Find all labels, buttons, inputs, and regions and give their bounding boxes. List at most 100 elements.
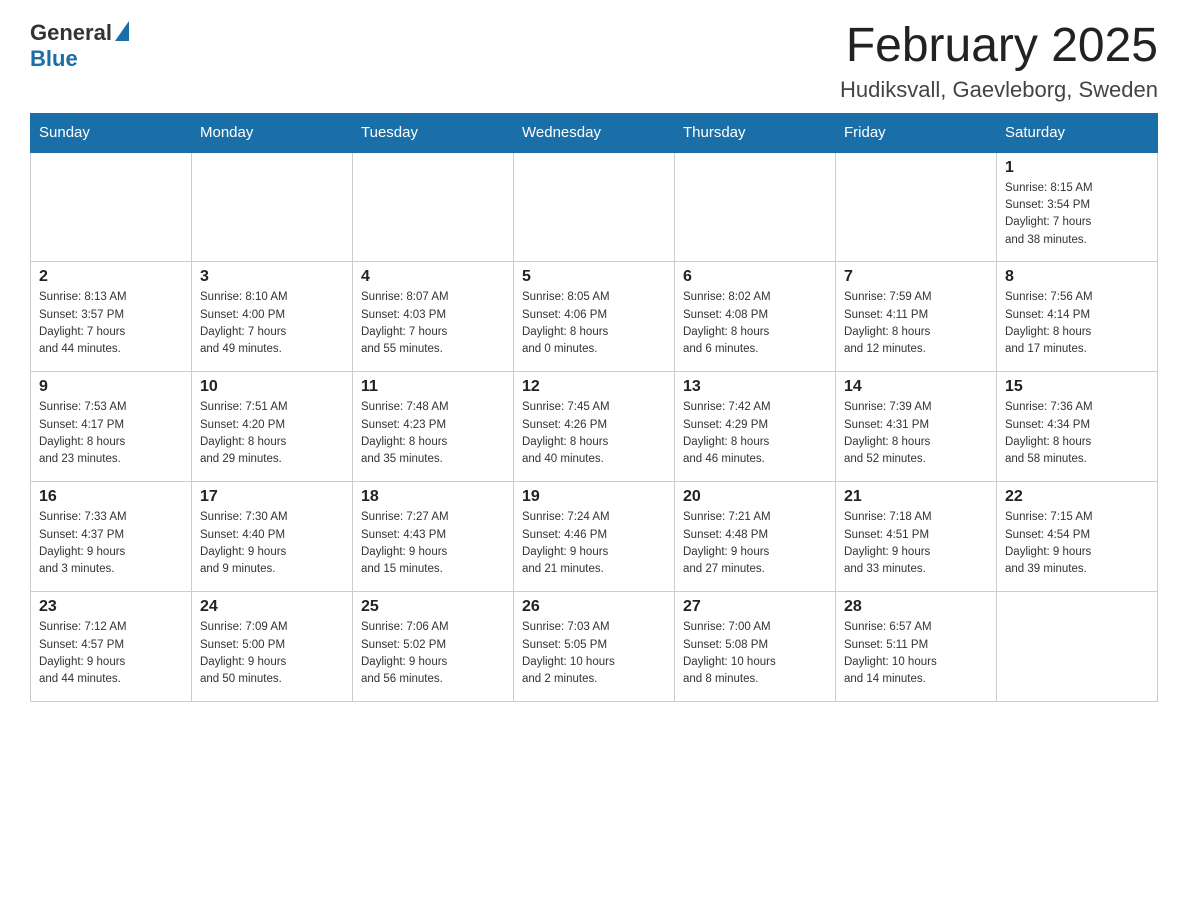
day-info: Sunrise: 7:21 AM Sunset: 4:48 PM Dayligh… xyxy=(683,509,827,578)
day-number: 28 xyxy=(844,598,988,616)
day-number: 12 xyxy=(522,378,666,396)
day-number: 1 xyxy=(1005,159,1149,177)
day-number: 18 xyxy=(361,488,505,506)
calendar-week-row: 2 Sunrise: 8:13 AM Sunset: 3:57 PM Daylig… xyxy=(31,262,1158,372)
calendar-cell xyxy=(836,152,997,262)
day-info: Sunrise: 7:06 AM Sunset: 5:02 PM Dayligh… xyxy=(361,619,505,688)
day-number: 11 xyxy=(361,378,505,396)
calendar-header-row: SundayMondayTuesdayWednesdayThursdayFrid… xyxy=(31,113,1158,152)
day-number: 8 xyxy=(1005,268,1149,286)
day-number: 17 xyxy=(200,488,344,506)
day-header-monday: Monday xyxy=(192,113,353,152)
calendar-week-row: 23 Sunrise: 7:12 AM Sunset: 4:57 PM Dayli… xyxy=(31,592,1158,702)
day-info: Sunrise: 7:39 AM Sunset: 4:31 PM Dayligh… xyxy=(844,399,988,468)
logo: General Blue xyxy=(30,20,129,72)
calendar-cell xyxy=(31,152,192,262)
day-number: 23 xyxy=(39,598,183,616)
calendar-cell: 24 Sunrise: 7:09 AM Sunset: 5:00 PM Dayli… xyxy=(192,592,353,702)
calendar-cell: 4Sunrise: 8:07 AM Sunset: 4:03 PM Daylig… xyxy=(353,262,514,372)
day-number: 15 xyxy=(1005,378,1149,396)
day-header-thursday: Thursday xyxy=(675,113,836,152)
day-number: 3 xyxy=(200,268,344,286)
day-number: 9 xyxy=(39,378,183,396)
day-info: Sunrise: 8:02 AM Sunset: 4:08 PM Dayligh… xyxy=(683,289,827,358)
calendar-cell: 5 Sunrise: 8:05 AM Sunset: 4:06 PM Daylig… xyxy=(514,262,675,372)
calendar-week-row: 1 Sunrise: 8:15 AM Sunset: 3:54 PM Daylig… xyxy=(31,152,1158,262)
logo-triangle-icon xyxy=(115,21,129,41)
day-header-saturday: Saturday xyxy=(997,113,1158,152)
calendar-cell xyxy=(514,152,675,262)
calendar-cell: 11 Sunrise: 7:48 AM Sunset: 4:23 PM Dayli… xyxy=(353,372,514,482)
calendar-cell: 12 Sunrise: 7:45 AM Sunset: 4:26 PM Dayli… xyxy=(514,372,675,482)
calendar-cell: 18 Sunrise: 7:27 AM Sunset: 4:43 PM Dayli… xyxy=(353,482,514,592)
calendar-cell xyxy=(675,152,836,262)
day-number: 22 xyxy=(1005,488,1149,506)
calendar-cell: 17 Sunrise: 7:30 AM Sunset: 4:40 PM Dayli… xyxy=(192,482,353,592)
day-info: Sunrise: 7:30 AM Sunset: 4:40 PM Dayligh… xyxy=(200,509,344,578)
day-info: Sunrise: 7:12 AM Sunset: 4:57 PM Dayligh… xyxy=(39,619,183,688)
day-info: Sunrise: 7:45 AM Sunset: 4:26 PM Dayligh… xyxy=(522,399,666,468)
day-info: Sunrise: 7:59 AM Sunset: 4:11 PM Dayligh… xyxy=(844,289,988,358)
day-number: 2 xyxy=(39,268,183,286)
day-number: 13 xyxy=(683,378,827,396)
day-number: 24 xyxy=(200,598,344,616)
day-header-tuesday: Tuesday xyxy=(353,113,514,152)
day-info: Sunrise: 8:15 AM Sunset: 3:54 PM Dayligh… xyxy=(1005,180,1149,249)
day-info: Sunrise: 7:27 AM Sunset: 4:43 PM Dayligh… xyxy=(361,509,505,578)
calendar-cell: 14 Sunrise: 7:39 AM Sunset: 4:31 PM Dayli… xyxy=(836,372,997,482)
page-header: General Blue February 2025 Hudiksvall, G… xyxy=(30,20,1158,103)
calendar-cell: 8 Sunrise: 7:56 AM Sunset: 4:14 PM Daylig… xyxy=(997,262,1158,372)
day-info: Sunrise: 8:07 AM Sunset: 4:03 PM Dayligh… xyxy=(361,289,505,358)
calendar-cell: 19Sunrise: 7:24 AM Sunset: 4:46 PM Dayli… xyxy=(514,482,675,592)
calendar-cell: 6 Sunrise: 8:02 AM Sunset: 4:08 PM Daylig… xyxy=(675,262,836,372)
location-title: Hudiksvall, Gaevleborg, Sweden xyxy=(840,77,1158,103)
title-section: February 2025 Hudiksvall, Gaevleborg, Sw… xyxy=(840,20,1158,103)
day-number: 26 xyxy=(522,598,666,616)
day-number: 6 xyxy=(683,268,827,286)
logo-general-text: General xyxy=(30,20,112,46)
day-info: Sunrise: 7:56 AM Sunset: 4:14 PM Dayligh… xyxy=(1005,289,1149,358)
day-header-friday: Friday xyxy=(836,113,997,152)
calendar-cell: 26 Sunrise: 7:03 AM Sunset: 5:05 PM Dayli… xyxy=(514,592,675,702)
day-header-sunday: Sunday xyxy=(31,113,192,152)
calendar-cell: 7Sunrise: 7:59 AM Sunset: 4:11 PM Daylig… xyxy=(836,262,997,372)
calendar-cell: 13 Sunrise: 7:42 AM Sunset: 4:29 PM Dayli… xyxy=(675,372,836,482)
calendar-cell xyxy=(192,152,353,262)
day-number: 14 xyxy=(844,378,988,396)
calendar-cell: 10 Sunrise: 7:51 AM Sunset: 4:20 PM Dayli… xyxy=(192,372,353,482)
calendar-cell: 21 Sunrise: 7:18 AM Sunset: 4:51 PM Dayli… xyxy=(836,482,997,592)
calendar-cell: 25 Sunrise: 7:06 AM Sunset: 5:02 PM Dayli… xyxy=(353,592,514,702)
calendar-week-row: 9 Sunrise: 7:53 AM Sunset: 4:17 PM Daylig… xyxy=(31,372,1158,482)
day-info: Sunrise: 7:36 AM Sunset: 4:34 PM Dayligh… xyxy=(1005,399,1149,468)
day-info: Sunrise: 7:03 AM Sunset: 5:05 PM Dayligh… xyxy=(522,619,666,688)
day-number: 19 xyxy=(522,488,666,506)
day-number: 5 xyxy=(522,268,666,286)
day-info: Sunrise: 7:18 AM Sunset: 4:51 PM Dayligh… xyxy=(844,509,988,578)
logo-blue-text: Blue xyxy=(30,46,129,72)
day-info: Sunrise: 7:09 AM Sunset: 5:00 PM Dayligh… xyxy=(200,619,344,688)
day-number: 25 xyxy=(361,598,505,616)
month-title: February 2025 xyxy=(840,20,1158,73)
calendar-cell xyxy=(997,592,1158,702)
calendar-week-row: 16Sunrise: 7:33 AM Sunset: 4:37 PM Dayli… xyxy=(31,482,1158,592)
calendar-cell: 2 Sunrise: 8:13 AM Sunset: 3:57 PM Daylig… xyxy=(31,262,192,372)
day-number: 20 xyxy=(683,488,827,506)
day-number: 10 xyxy=(200,378,344,396)
day-info: Sunrise: 7:51 AM Sunset: 4:20 PM Dayligh… xyxy=(200,399,344,468)
day-info: Sunrise: 7:42 AM Sunset: 4:29 PM Dayligh… xyxy=(683,399,827,468)
day-info: Sunrise: 7:15 AM Sunset: 4:54 PM Dayligh… xyxy=(1005,509,1149,578)
calendar-cell: 27Sunrise: 7:00 AM Sunset: 5:08 PM Dayli… xyxy=(675,592,836,702)
day-info: Sunrise: 8:05 AM Sunset: 4:06 PM Dayligh… xyxy=(522,289,666,358)
day-number: 16 xyxy=(39,488,183,506)
day-number: 21 xyxy=(844,488,988,506)
calendar-cell: 16Sunrise: 7:33 AM Sunset: 4:37 PM Dayli… xyxy=(31,482,192,592)
day-info: Sunrise: 8:13 AM Sunset: 3:57 PM Dayligh… xyxy=(39,289,183,358)
day-info: Sunrise: 8:10 AM Sunset: 4:00 PM Dayligh… xyxy=(200,289,344,358)
day-header-wednesday: Wednesday xyxy=(514,113,675,152)
day-number: 27 xyxy=(683,598,827,616)
day-info: Sunrise: 7:53 AM Sunset: 4:17 PM Dayligh… xyxy=(39,399,183,468)
calendar-cell: 28Sunrise: 6:57 AM Sunset: 5:11 PM Dayli… xyxy=(836,592,997,702)
calendar-table: SundayMondayTuesdayWednesdayThursdayFrid… xyxy=(30,113,1158,703)
day-info: Sunrise: 7:48 AM Sunset: 4:23 PM Dayligh… xyxy=(361,399,505,468)
calendar-cell: 15 Sunrise: 7:36 AM Sunset: 4:34 PM Dayli… xyxy=(997,372,1158,482)
